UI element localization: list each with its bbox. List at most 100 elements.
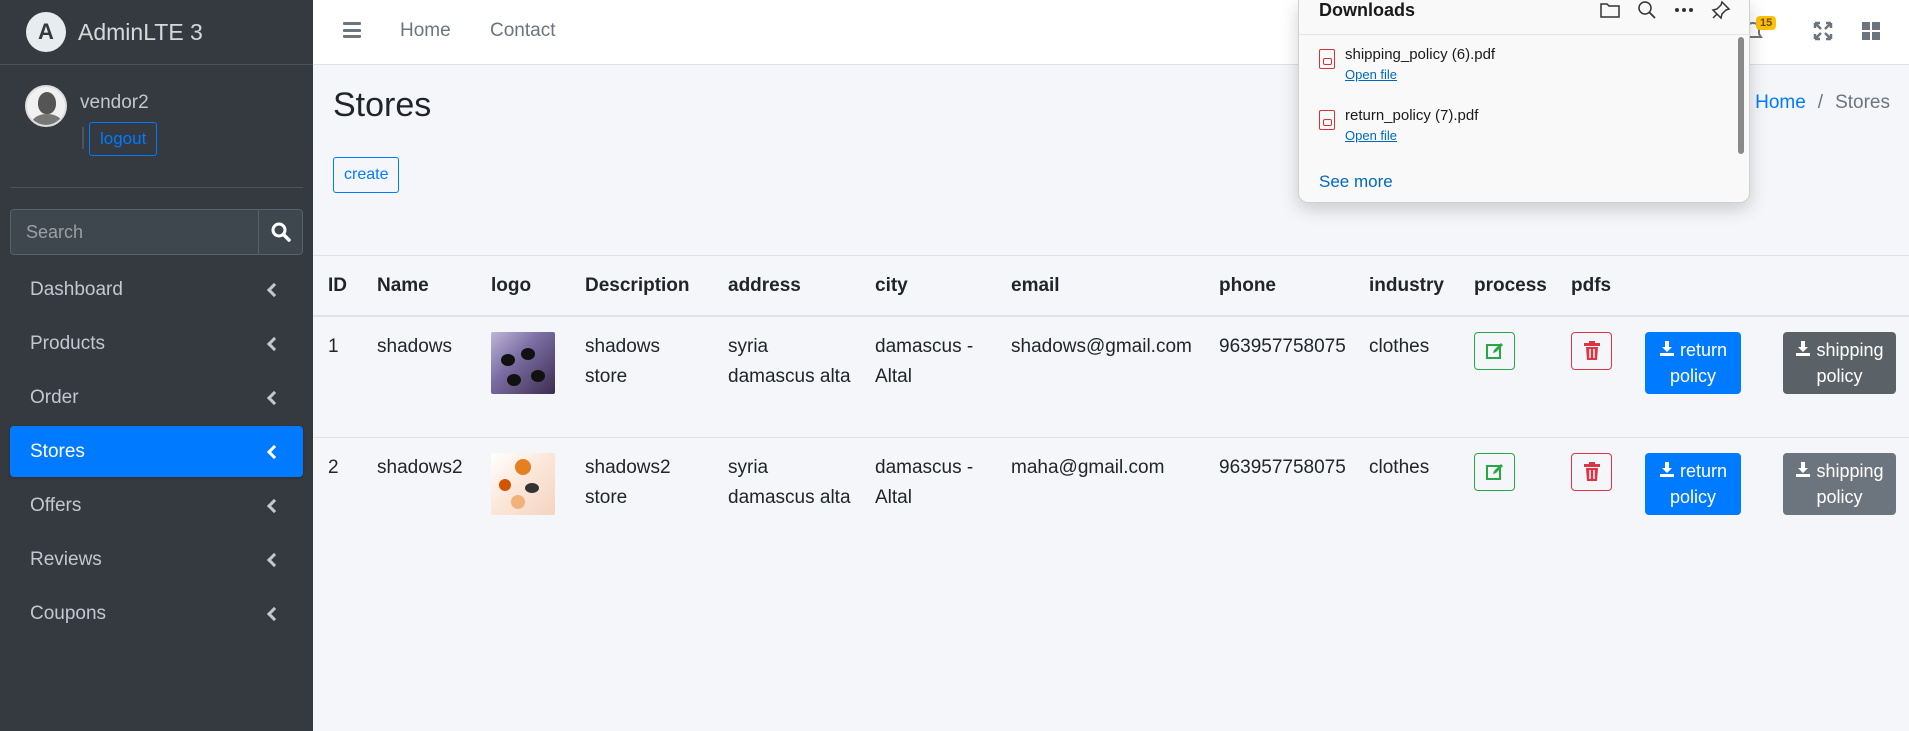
- breadcrumb-home[interactable]: Home: [1755, 92, 1806, 114]
- edit-button[interactable]: [1474, 452, 1515, 491]
- cell-name: shadows2: [362, 436, 476, 558]
- edit-button[interactable]: [1474, 332, 1515, 370]
- pin-icon[interactable]: [1711, 0, 1731, 20]
- open-file-link[interactable]: Open file: [1345, 128, 1478, 143]
- sidebar-item-order[interactable]: Order: [10, 372, 303, 423]
- sidebar-item-stores[interactable]: Stores: [10, 426, 303, 477]
- search-input[interactable]: [10, 209, 258, 255]
- shipping-policy-button[interactable]: shipping policy: [1783, 332, 1896, 394]
- create-button[interactable]: create: [333, 157, 400, 193]
- column-header: city: [860, 256, 996, 317]
- chevron-left-icon: [266, 444, 282, 459]
- return-policy-button[interactable]: return policy: [1645, 332, 1741, 394]
- table-row: 2 shadows2 shadows2 store syria damascus…: [313, 436, 1909, 558]
- cell-name: shadows: [362, 315, 476, 437]
- cell-phone: 963957758075: [1204, 315, 1354, 437]
- download-item[interactable]: return_policy (7).pdf Open file: [1319, 107, 1478, 143]
- sidebar-search: [10, 209, 303, 255]
- download-file-name: shipping_policy (6).pdf: [1345, 46, 1496, 63]
- cell-address: syria damascus alta: [713, 436, 860, 558]
- edit-icon: [1485, 463, 1503, 480]
- return-policy-label: return policy: [1669, 460, 1728, 507]
- delete-button[interactable]: [1571, 332, 1612, 370]
- open-file-link[interactable]: Open file: [1345, 67, 1495, 82]
- shipping-policy-label: shipping policy: [1816, 340, 1884, 386]
- notification-badge: 15: [1756, 16, 1777, 30]
- cell-email: shadows@gmail.com: [996, 315, 1204, 437]
- cell-description: shadows store: [570, 315, 713, 437]
- cell-return-policy: return policy: [1630, 315, 1768, 437]
- user-name[interactable]: vendor2: [80, 92, 149, 114]
- cell-city: damascus - Altal: [860, 436, 996, 558]
- column-header: address: [713, 256, 860, 317]
- table-header-row: ID Name logo Description address city em…: [313, 256, 1909, 317]
- page-title: Stores: [333, 86, 432, 124]
- column-header-empty: [1768, 256, 1909, 317]
- brand-link[interactable]: A AdminLTE 3: [0, 0, 313, 65]
- sidebar-item-label: Products: [30, 332, 105, 354]
- column-header-empty: [1630, 256, 1768, 317]
- cell-phone: 963957758075: [1204, 436, 1354, 558]
- return-policy-label: return policy: [1669, 340, 1728, 386]
- download-item[interactable]: shipping_policy (6).pdf Open file: [1319, 46, 1495, 82]
- cell-email: maha@gmail.com: [996, 436, 1204, 558]
- column-header: logo: [476, 256, 570, 317]
- sidebar-nav: Dashboard Products Order Stores Offers R…: [10, 264, 303, 642]
- trash-icon: [1583, 461, 1600, 481]
- grid-icon[interactable]: [1860, 20, 1882, 42]
- sidebar-item-label: Dashboard: [30, 278, 123, 300]
- cell-logo: [476, 315, 570, 437]
- chevron-left-icon: [266, 390, 282, 405]
- download-icon: [1796, 341, 1811, 356]
- column-header: pdfs: [1556, 256, 1630, 317]
- nav-link-contact[interactable]: Contact: [490, 20, 555, 42]
- brand-name: AdminLTE 3: [78, 18, 203, 45]
- store-logo-image: [491, 332, 555, 394]
- fullscreen-icon[interactable]: [1812, 20, 1834, 42]
- pdf-file-icon: [1319, 49, 1335, 69]
- breadcrumb: Home / Stores: [1755, 92, 1890, 114]
- stores-table-container: ID Name logo Description address city em…: [313, 256, 1909, 558]
- shipping-policy-button[interactable]: shipping policy: [1783, 452, 1896, 515]
- download-file-name: return_policy (7).pdf: [1345, 107, 1479, 124]
- return-policy-button[interactable]: return policy: [1645, 452, 1741, 515]
- sidebar-item-offers[interactable]: Offers: [10, 480, 303, 531]
- cell-process: [1459, 315, 1556, 437]
- sidebar-item-label: Offers: [30, 494, 82, 516]
- cell-shipping-policy: shipping policy: [1768, 315, 1909, 437]
- breadcrumb-separator: /: [1817, 92, 1824, 113]
- nav-link-home[interactable]: Home: [400, 20, 451, 42]
- download-icon: [1796, 461, 1811, 477]
- folder-icon[interactable]: [1599, 0, 1621, 20]
- cell-process: [1459, 436, 1556, 558]
- menu-toggle-icon[interactable]: [343, 22, 361, 38]
- downloads-title: Downloads: [1319, 0, 1416, 20]
- search-icon[interactable]: [1637, 0, 1657, 20]
- downloads-scrollbar[interactable]: [1738, 37, 1744, 154]
- sidebar-item-products[interactable]: Products: [10, 318, 303, 369]
- sidebar-item-label: Order: [30, 386, 79, 408]
- cell-industry: clothes: [1354, 436, 1459, 558]
- sidebar-item-reviews[interactable]: Reviews: [10, 534, 303, 585]
- sidebar-item-coupons[interactable]: Coupons: [10, 588, 303, 639]
- avatar[interactable]: [25, 85, 67, 127]
- table-row: 1 shadows shadows store syria damascus a…: [313, 315, 1909, 437]
- cell-description: shadows2 store: [570, 436, 713, 558]
- store-logo-image: [491, 452, 555, 515]
- logout-button[interactable]: logout: [89, 122, 158, 156]
- search-icon: [271, 222, 291, 242]
- column-header: ID: [313, 256, 362, 317]
- stores-table: ID Name logo Description address city em…: [313, 256, 1909, 558]
- chevron-left-icon: [266, 606, 282, 621]
- column-header: industry: [1354, 256, 1459, 317]
- column-header: Description: [570, 256, 713, 317]
- sidebar-item-dashboard[interactable]: Dashboard: [10, 264, 303, 315]
- more-options-icon[interactable]: [1673, 0, 1695, 20]
- trash-icon: [1583, 341, 1600, 360]
- delete-button[interactable]: [1571, 452, 1612, 491]
- downloads-panel: Downloads shipping_policy (6).pdf Open f…: [1298, 0, 1751, 203]
- column-header: email: [996, 256, 1204, 317]
- logout-divider: [82, 127, 84, 149]
- see-more-link[interactable]: See more: [1319, 172, 1393, 192]
- search-button[interactable]: [258, 209, 303, 255]
